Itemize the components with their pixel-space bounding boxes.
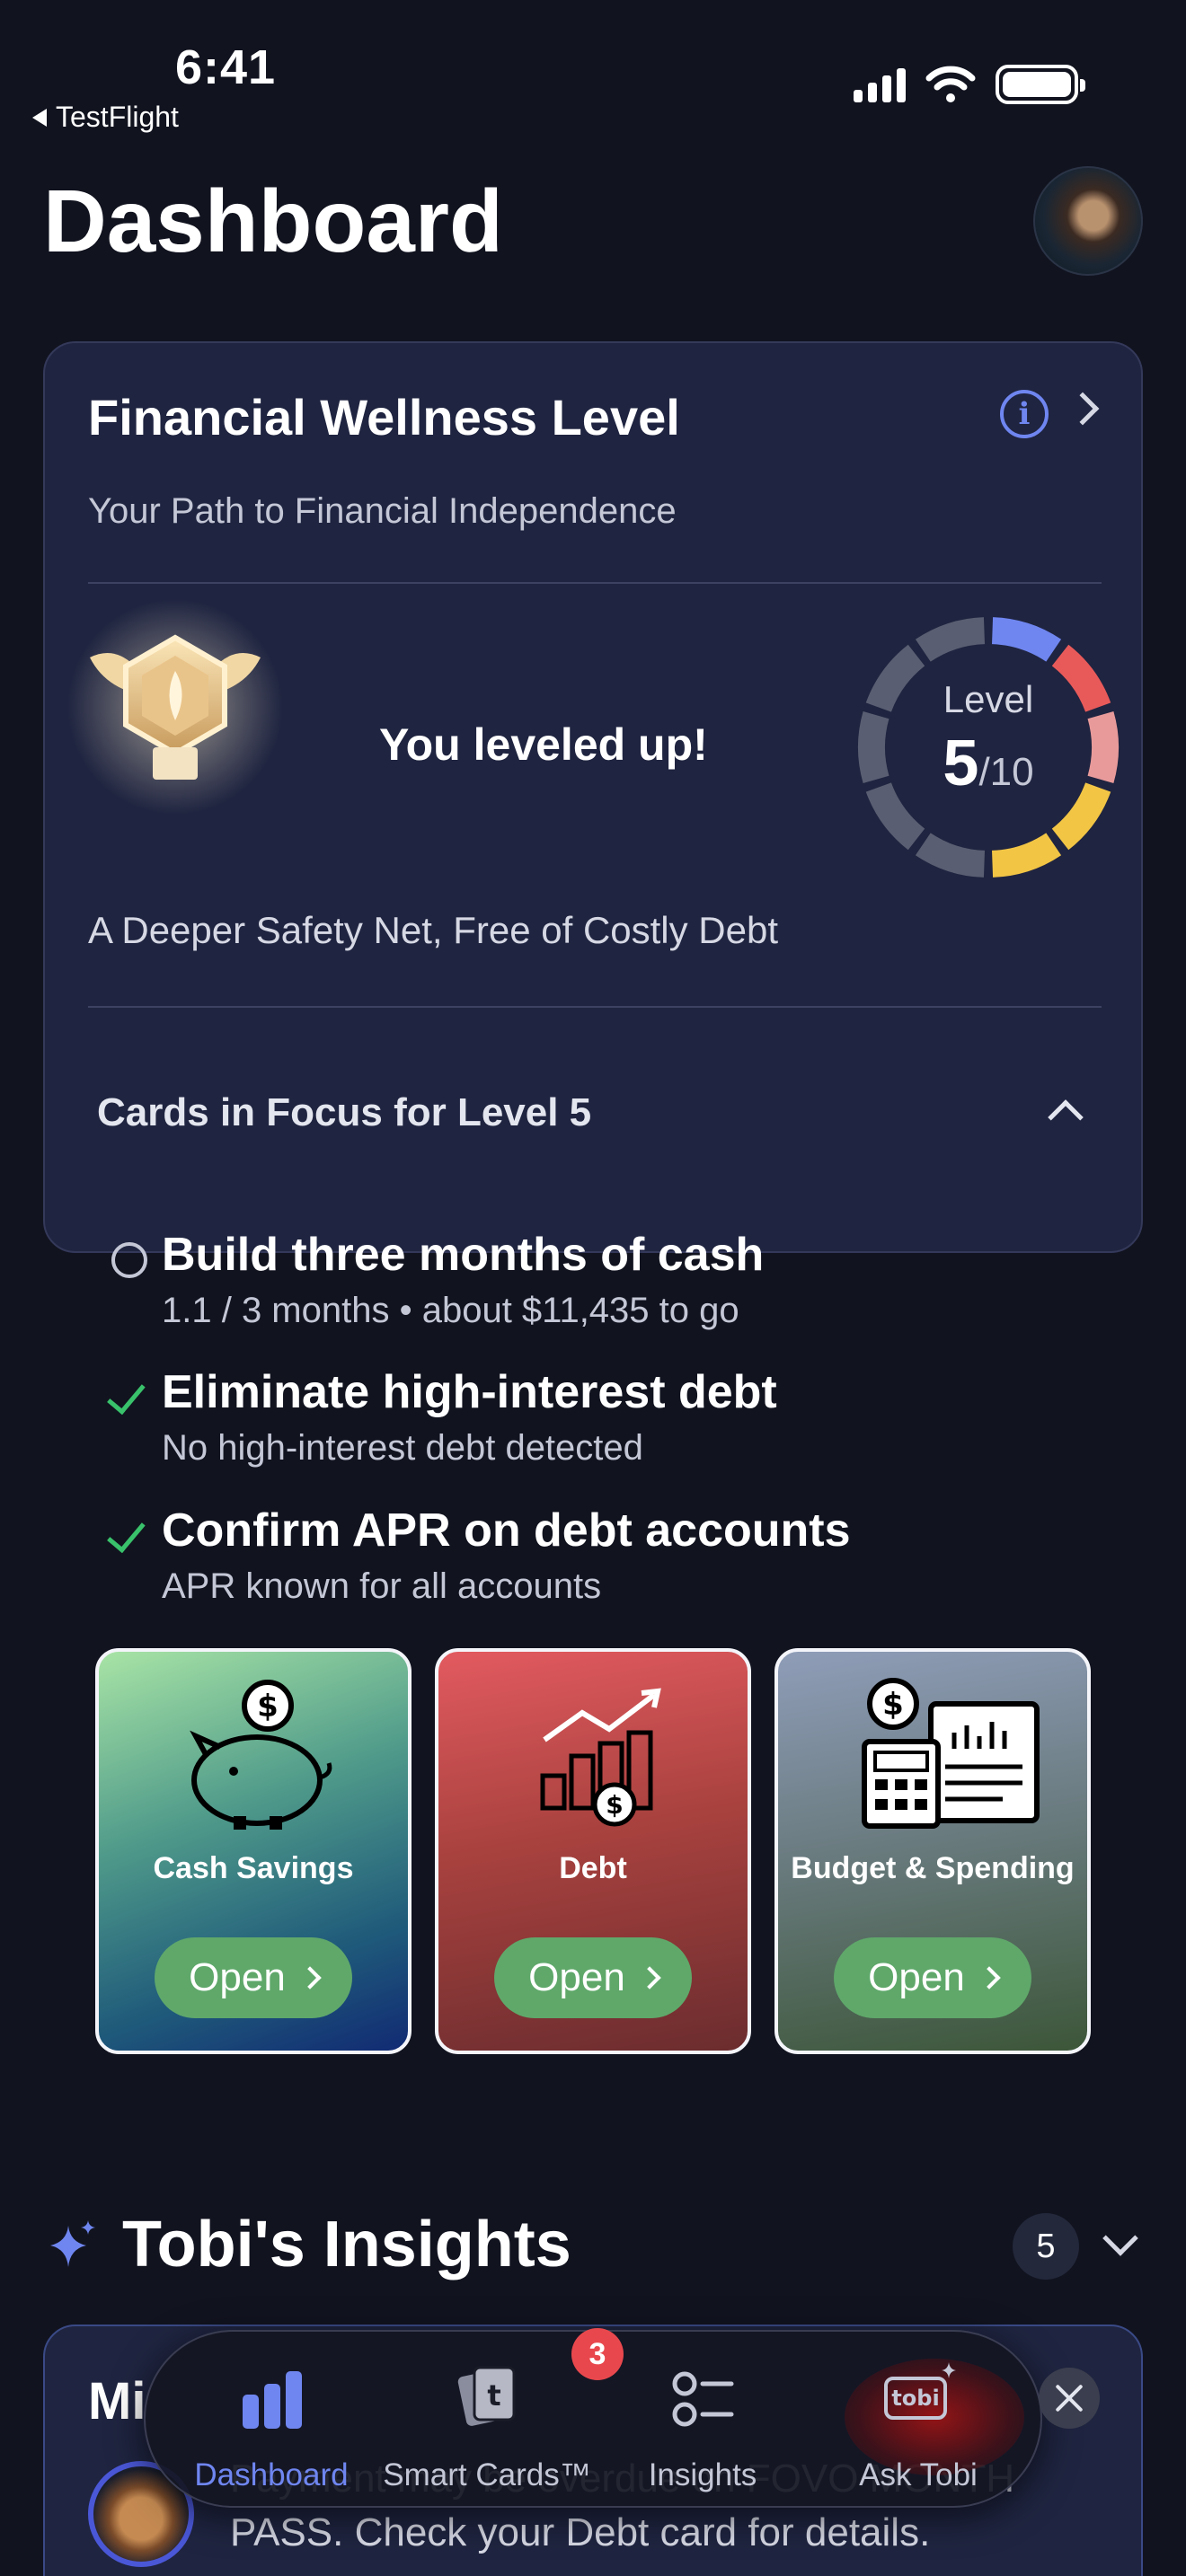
- task-title: Eliminate high-interest debt: [162, 1366, 777, 1418]
- insights-count-badge: 5: [1013, 2213, 1079, 2280]
- financial-wellness-card: Financial Wellness Level i Your Path to …: [43, 341, 1143, 1606]
- tab-insights[interactable]: Insights: [595, 2359, 810, 2493]
- budget-spending-card[interactable]: $ Budget & Spending Open: [774, 1648, 1091, 2054]
- chevron-right-icon: [638, 1966, 661, 1989]
- open-debt-button[interactable]: Open: [494, 1937, 692, 2018]
- task-title: Confirm APR on debt accounts: [162, 1504, 851, 1557]
- info-icon[interactable]: i: [1000, 390, 1049, 438]
- page-title: Dashboard: [43, 172, 503, 270]
- chevron-right-icon: [298, 1966, 322, 1989]
- open-label: Open: [189, 1955, 286, 1999]
- debt-card[interactable]: $ Debt Open: [435, 1648, 751, 2054]
- wellness-title: Financial Wellness Level: [88, 389, 680, 446]
- level-total: /10: [978, 750, 1034, 794]
- task-subtitle: No high-interest debt detected: [162, 1428, 643, 1468]
- level-label: Level: [943, 678, 1034, 720]
- tab-label: Insights: [648, 2457, 757, 2492]
- smart-cards-icon: t: [457, 2366, 516, 2426]
- checkmark-icon: [107, 1374, 147, 1416]
- debt-chart-icon: $: [540, 1688, 661, 1827]
- chevron-up-icon[interactable]: [1048, 1099, 1084, 1135]
- level-badge-icon: [67, 599, 283, 815]
- task-title: Build three months of cash: [162, 1229, 765, 1281]
- cash-savings-card[interactable]: $ Cash Savings Open: [95, 1648, 412, 2054]
- insight-heading: Mi: [88, 2372, 146, 2430]
- open-label: Open: [528, 1955, 625, 1999]
- cards-in-focus-header[interactable]: Cards in Focus for Level 5: [97, 1090, 591, 1135]
- status-time: 6:41: [175, 40, 277, 94]
- svg-text:$: $: [882, 1687, 904, 1723]
- level-value: 5/10: [849, 727, 1128, 800]
- piggy-bank-icon: $: [190, 1680, 332, 1830]
- battery-icon: [996, 65, 1085, 104]
- svg-text:tobi: tobi: [891, 2386, 939, 2411]
- back-arrow-icon: [32, 108, 47, 127]
- level-current: 5: [943, 728, 979, 799]
- open-budget-spending-button[interactable]: Open: [834, 1937, 1031, 2018]
- level-ring-segment: [915, 617, 986, 662]
- divider: [88, 1006, 1102, 1008]
- incomplete-circle-icon: [111, 1242, 147, 1278]
- open-cash-savings-button[interactable]: Open: [155, 1937, 352, 2018]
- level-tagline: A Deeper Safety Net, Free of Costly Debt: [88, 909, 779, 951]
- sparkle-icon: [50, 2220, 95, 2267]
- ask-tobi-icon: tobi: [884, 2362, 956, 2420]
- tab-ask-tobi[interactable]: tobi Ask Tobi: [810, 2359, 1026, 2493]
- status-bar: 6:41 TestFlight: [0, 0, 1186, 144]
- tab-label: Dashboard: [194, 2457, 349, 2492]
- tab-label: Ask Tobi: [859, 2457, 978, 2492]
- bar-chart-icon: [243, 2371, 302, 2429]
- chevron-right-icon: [978, 1966, 1001, 1989]
- chevron-down-icon[interactable]: [1102, 2220, 1138, 2256]
- insights-notification-badge: 3: [571, 2328, 624, 2380]
- close-button[interactable]: [1039, 2368, 1100, 2429]
- cellular-signal-icon: [854, 66, 906, 102]
- wifi-icon: [925, 66, 976, 102]
- back-to-testflight-link[interactable]: TestFlight: [32, 101, 179, 134]
- tab-dashboard[interactable]: Dashboard: [164, 2359, 379, 2493]
- budget-calculator-icon: $: [862, 1678, 1040, 1829]
- task-subtitle: APR known for all accounts: [162, 1566, 602, 1606]
- level-progress-ring: Level 5/10: [849, 608, 1128, 887]
- checklist-icon: [672, 2371, 734, 2427]
- insights-title: Tobi's Insights: [122, 2209, 571, 2280]
- open-label: Open: [868, 1955, 965, 1999]
- svg-text:$: $: [606, 1790, 623, 1820]
- divider: [88, 582, 1102, 584]
- wellness-subtitle: Your Path to Financial Independence: [88, 491, 677, 531]
- task-subtitle: 1.1 / 3 months • about $11,435 to go: [162, 1291, 739, 1330]
- level-ring-segment: [991, 833, 1062, 878]
- chevron-right-icon[interactable]: [1066, 392, 1100, 426]
- checkmark-icon: [107, 1513, 147, 1554]
- card-label: Budget & Spending: [791, 1851, 1075, 1885]
- tab-smart-cards[interactable]: t Smart Cards™: [379, 2359, 595, 2493]
- leveled-up-text: You leveled up!: [379, 719, 708, 770]
- svg-text:$: $: [257, 1689, 279, 1725]
- card-label: Debt: [559, 1851, 627, 1885]
- level-ring-segment: [915, 833, 986, 878]
- status-icons: [854, 65, 1085, 104]
- back-app-label: TestFlight: [56, 101, 179, 133]
- profile-avatar[interactable]: [1033, 166, 1143, 276]
- svg-text:t: t: [487, 2378, 500, 2413]
- tab-label: Smart Cards™: [383, 2457, 591, 2492]
- card-label: Cash Savings: [153, 1851, 354, 1885]
- level-ring-segment: [991, 617, 1062, 662]
